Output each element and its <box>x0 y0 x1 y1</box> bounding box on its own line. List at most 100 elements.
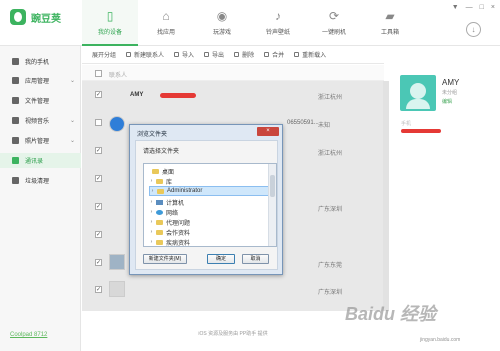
nav-find-app-label: 找应用 <box>156 30 175 36</box>
game-icon: ◉ <box>216 9 228 23</box>
contact-city: 未知 <box>318 123 331 129</box>
export-button[interactable]: 导出 <box>204 50 224 59</box>
import-icon <box>174 52 180 57</box>
dialog-close-button[interactable]: × <box>257 127 279 136</box>
tree-item-label: 疾病资料 <box>166 240 191 247</box>
sidebar-item-trash-cleanup[interactable]: 垃圾清理 <box>0 173 81 188</box>
row-checkbox[interactable] <box>95 91 102 98</box>
sidebar-item-label: 垃圾清理 <box>25 179 50 185</box>
music-icon: ♪ <box>275 9 281 23</box>
dialog-body: 请选择文件夹 桌面 › 库 › Administrator › 计算机 › 网络 › 代理… <box>135 140 278 270</box>
chevron-down-icon: ⌄ <box>69 138 75 144</box>
tree-item-network[interactable]: › 网络 <box>149 207 274 217</box>
tree-item-library[interactable]: › 库 <box>149 176 274 186</box>
folder-tree-scrollbar[interactable] <box>268 164 276 246</box>
chevron-right-icon: › <box>150 178 153 184</box>
maximize-icon[interactable]: □ <box>480 4 484 11</box>
cancel-button[interactable]: 取消 <box>242 254 269 264</box>
phone-icon <box>12 58 19 65</box>
row-checkbox[interactable] <box>95 147 102 154</box>
sidebar-item-label: 照片管理 <box>25 139 50 145</box>
row-checkbox[interactable] <box>95 231 102 238</box>
expand-groups-button[interactable]: 展开分组 <box>92 50 116 59</box>
chevron-right-icon: › <box>150 199 153 205</box>
ok-button[interactable]: 确定 <box>207 254 235 264</box>
nav-play-games[interactable]: ◉ 玩游戏 <box>194 0 250 45</box>
sidebar-item-label: 应用管理 <box>25 79 50 85</box>
sidebar-item-file-management[interactable]: 文件管理 <box>0 93 81 108</box>
tree-item-desktop[interactable]: 桌面 <box>145 166 270 176</box>
photo-icon <box>12 137 19 144</box>
contact-city: 广东深圳 <box>318 290 343 296</box>
nav-my-device[interactable]: ▯ 我的设备 <box>82 0 138 46</box>
nav-toolbox[interactable]: ▰ 工具箱 <box>362 0 418 45</box>
window-controls: ▼ — □ × <box>452 4 495 11</box>
close-icon[interactable]: × <box>491 4 495 11</box>
folder-icon <box>156 239 163 245</box>
row-checkbox[interactable] <box>95 119 102 126</box>
video-icon <box>12 117 19 124</box>
row-checkbox[interactable] <box>95 203 102 210</box>
new-contact-button[interactable]: 新建联系人 <box>126 50 164 59</box>
delete-button[interactable]: 删除 <box>234 50 254 59</box>
nav-find-app[interactable]: ⌂ 找应用 <box>138 0 194 45</box>
folder-icon <box>156 219 163 225</box>
contacts-table-header: 联系人 <box>82 65 384 81</box>
nav-ringtones-wallpapers[interactable]: ♪ 铃声壁纸 <box>250 0 306 45</box>
sidebar-item-video-music[interactable]: 视频音乐 ⌄ <box>0 113 81 128</box>
download-icon[interactable]: ↓ <box>466 22 481 37</box>
tree-item-disease-materials[interactable]: › 疾病资料 <box>149 237 274 247</box>
select-all-checkbox[interactable] <box>95 70 102 77</box>
tree-item-label: Administrator <box>167 188 203 194</box>
row-checkbox[interactable] <box>95 286 102 293</box>
contact-city: 广东东莞 <box>318 263 343 269</box>
table-row[interactable]: AMY 浙江杭州 <box>82 81 384 108</box>
computer-icon <box>156 199 163 205</box>
contact-avatar <box>109 116 125 132</box>
contact-group: 未分组 <box>442 90 458 96</box>
top-navigation: ▯ 我的设备 ⌂ 找应用 ◉ 玩游戏 ♪ 铃声壁纸 ⟳ 一键刷机 ▰ 工具箱 <box>82 0 418 46</box>
nav-one-click-flash-label: 一键刷机 <box>321 30 346 36</box>
contacts-icon <box>12 157 19 164</box>
dialog-title: 浏览文件夹 <box>137 132 168 138</box>
tree-item-computer[interactable]: › 计算机 <box>149 197 274 207</box>
sidebar-item-photo-management[interactable]: 照片管理 ⌄ <box>0 133 81 148</box>
folder-icon <box>157 188 164 194</box>
export-label: 导出 <box>212 53 225 59</box>
scroll-thumb[interactable] <box>270 175 275 197</box>
pea-logo-icon <box>10 9 26 25</box>
table-row[interactable]: 广东深圳 <box>82 277 384 304</box>
connected-device-link[interactable]: Coolpad 8712 <box>10 332 47 338</box>
tree-item-proxy-issues[interactable]: › 代理问题 <box>149 217 274 227</box>
folder-icon <box>152 168 159 174</box>
chevron-right-icon: › <box>150 239 153 245</box>
sidebar-item-my-phone[interactable]: 我的手机 <box>0 54 81 69</box>
title-bar: 豌豆荚 ▯ 我的设备 ⌂ 找应用 ◉ 玩游戏 ♪ 铃声壁纸 ⟳ 一键刷机 ▰ 工… <box>0 0 500 46</box>
minimize-icon[interactable]: — <box>466 4 473 11</box>
toolbox-icon: ▰ <box>385 9 395 23</box>
nav-one-click-flash[interactable]: ⟳ 一键刷机 <box>306 0 362 45</box>
sidebar-item-app-management[interactable]: 应用管理 ⌄ <box>0 73 81 88</box>
tree-item-administrator[interactable]: › Administrator <box>149 186 274 196</box>
sidebar-item-contacts[interactable]: 通讯录 <box>0 153 81 168</box>
browse-folder-dialog: 浏览文件夹 × 请选择文件夹 桌面 › 库 › Administrator › 计算机… <box>129 124 283 275</box>
new-contact-label: 新建联系人 <box>134 53 165 59</box>
redacted-phone <box>160 93 196 98</box>
reload-button[interactable]: 重新载入 <box>294 50 326 59</box>
contact-name: AMY <box>130 92 144 98</box>
nav-my-device-label: 我的设备 <box>97 30 122 36</box>
import-button[interactable]: 导入 <box>174 50 194 59</box>
tree-item-work-materials[interactable]: › 会作资料 <box>149 227 274 237</box>
delete-icon <box>234 52 240 57</box>
contacts-scrollbar[interactable] <box>383 81 389 311</box>
contact-avatar-icon <box>400 75 436 111</box>
row-checkbox[interactable] <box>95 175 102 182</box>
new-folder-button[interactable]: 新建文件夹(M) <box>143 254 187 264</box>
row-checkbox[interactable] <box>95 259 102 266</box>
menu-chevron-icon[interactable]: ▼ <box>452 4 459 11</box>
folder-tree[interactable]: 桌面 › 库 › Administrator › 计算机 › 网络 › 代理问题 › 会作资… <box>143 163 277 247</box>
tree-item-label: 会作资料 <box>166 230 191 237</box>
sidebar-item-label: 我的手机 <box>25 60 50 66</box>
edit-contact-link[interactable]: 编辑 <box>442 98 452 105</box>
merge-button[interactable]: 合并 <box>264 50 284 59</box>
